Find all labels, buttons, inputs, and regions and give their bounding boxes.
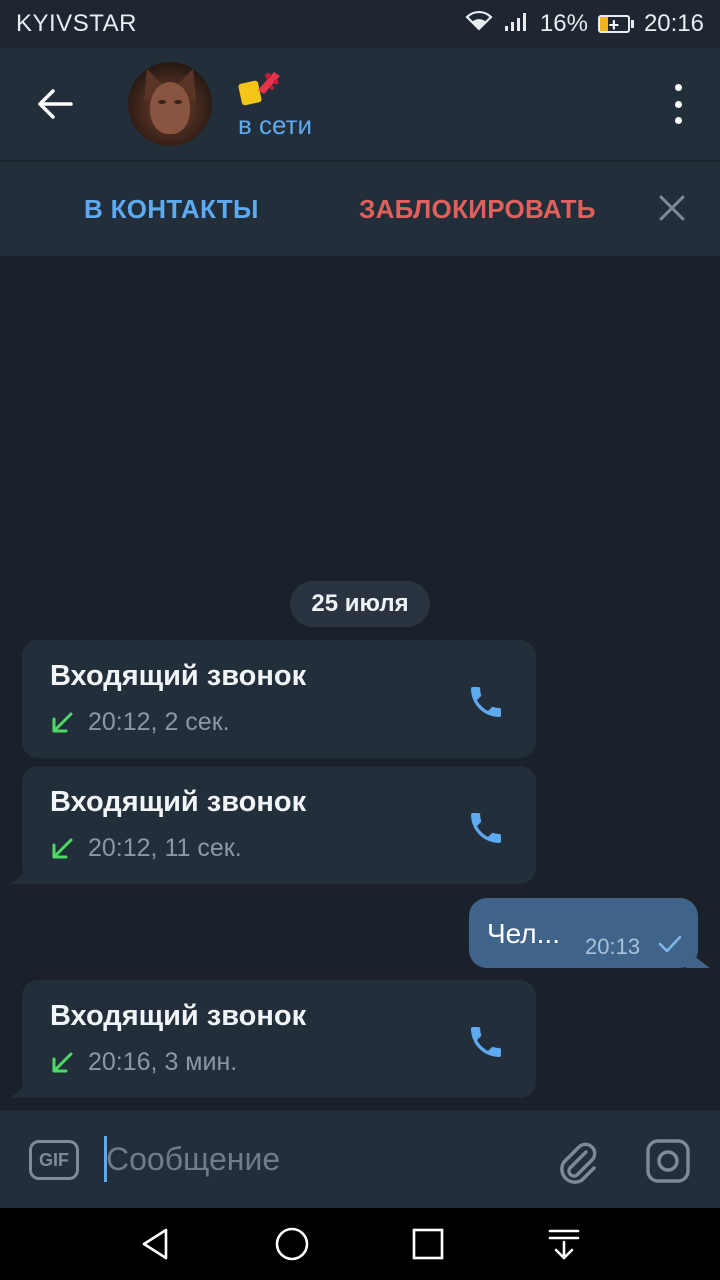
- outgoing-message[interactable]: Чел... 20:13: [469, 898, 698, 968]
- unknown-contact-bar: В КОНТАКТЫ ЗАБЛОКИРОВАТЬ: [0, 162, 720, 256]
- nail-polish-emoji-icon: [238, 68, 312, 108]
- call-meta: 20:12, 11 сек.: [88, 834, 242, 862]
- incoming-arrow-icon: [52, 838, 73, 858]
- message-composer: GIF: [0, 1110, 720, 1208]
- system-navigation-bar: [0, 1208, 720, 1280]
- avatar[interactable]: [128, 62, 212, 146]
- call-meta: 20:16, 3 мин.: [88, 1048, 238, 1076]
- signal-icon: [504, 10, 530, 39]
- phone-icon[interactable]: [466, 682, 506, 722]
- battery-icon: +: [597, 15, 634, 33]
- paperclip-icon[interactable]: [556, 1138, 598, 1184]
- block-user-button[interactable]: ЗАБЛОКИРОВАТЬ: [359, 194, 596, 225]
- call-message[interactable]: Входящий звонок 20:12, 11 сек.: [22, 766, 536, 884]
- call-title: Входящий звонок: [50, 786, 307, 818]
- gif-button[interactable]: GIF: [29, 1140, 79, 1180]
- battery-percent: 16%: [539, 10, 588, 37]
- incoming-arrow-icon: [52, 712, 73, 732]
- close-icon: [659, 195, 685, 221]
- nav-notifications-icon[interactable]: [546, 1226, 582, 1262]
- call-meta: 20:12, 2 сек.: [88, 708, 230, 736]
- phone-icon[interactable]: [466, 808, 506, 848]
- clock: 20:16: [643, 10, 704, 37]
- add-to-contacts-button[interactable]: В КОНТАКТЫ: [84, 194, 259, 225]
- arrow-left-icon: [38, 89, 73, 119]
- check-icon: [658, 935, 682, 953]
- online-status: в сети: [238, 109, 313, 140]
- chat-title[interactable]: в сети: [238, 68, 312, 141]
- back-button[interactable]: [0, 48, 110, 160]
- wifi-icon: [464, 9, 494, 40]
- status-bar: KYIVSTAR 16% + 20:16: [0, 0, 720, 48]
- more-options-button[interactable]: [666, 84, 690, 124]
- nav-home-icon[interactable]: [274, 1226, 310, 1262]
- camera-icon[interactable]: [645, 1138, 691, 1184]
- call-title: Входящий звонок: [50, 1000, 307, 1032]
- close-bar-button[interactable]: [656, 192, 688, 224]
- date-separator: 25 июля: [290, 581, 430, 627]
- message-text: Чел...: [487, 918, 560, 949]
- carrier-name: KYIVSTAR: [16, 10, 137, 37]
- message-input[interactable]: [106, 1134, 526, 1184]
- call-message[interactable]: Входящий звонок 20:16, 3 мин.: [22, 980, 536, 1098]
- incoming-arrow-icon: [52, 1052, 73, 1072]
- phone-icon[interactable]: [466, 1022, 506, 1062]
- chat-header: в сети: [0, 48, 720, 160]
- message-time: 20:13: [585, 934, 641, 959]
- nav-back-icon[interactable]: [138, 1226, 174, 1262]
- nav-recents-icon[interactable]: [410, 1226, 446, 1262]
- call-message[interactable]: Входящий звонок 20:12, 2 сек.: [22, 640, 536, 758]
- call-title: Входящий звонок: [50, 660, 307, 692]
